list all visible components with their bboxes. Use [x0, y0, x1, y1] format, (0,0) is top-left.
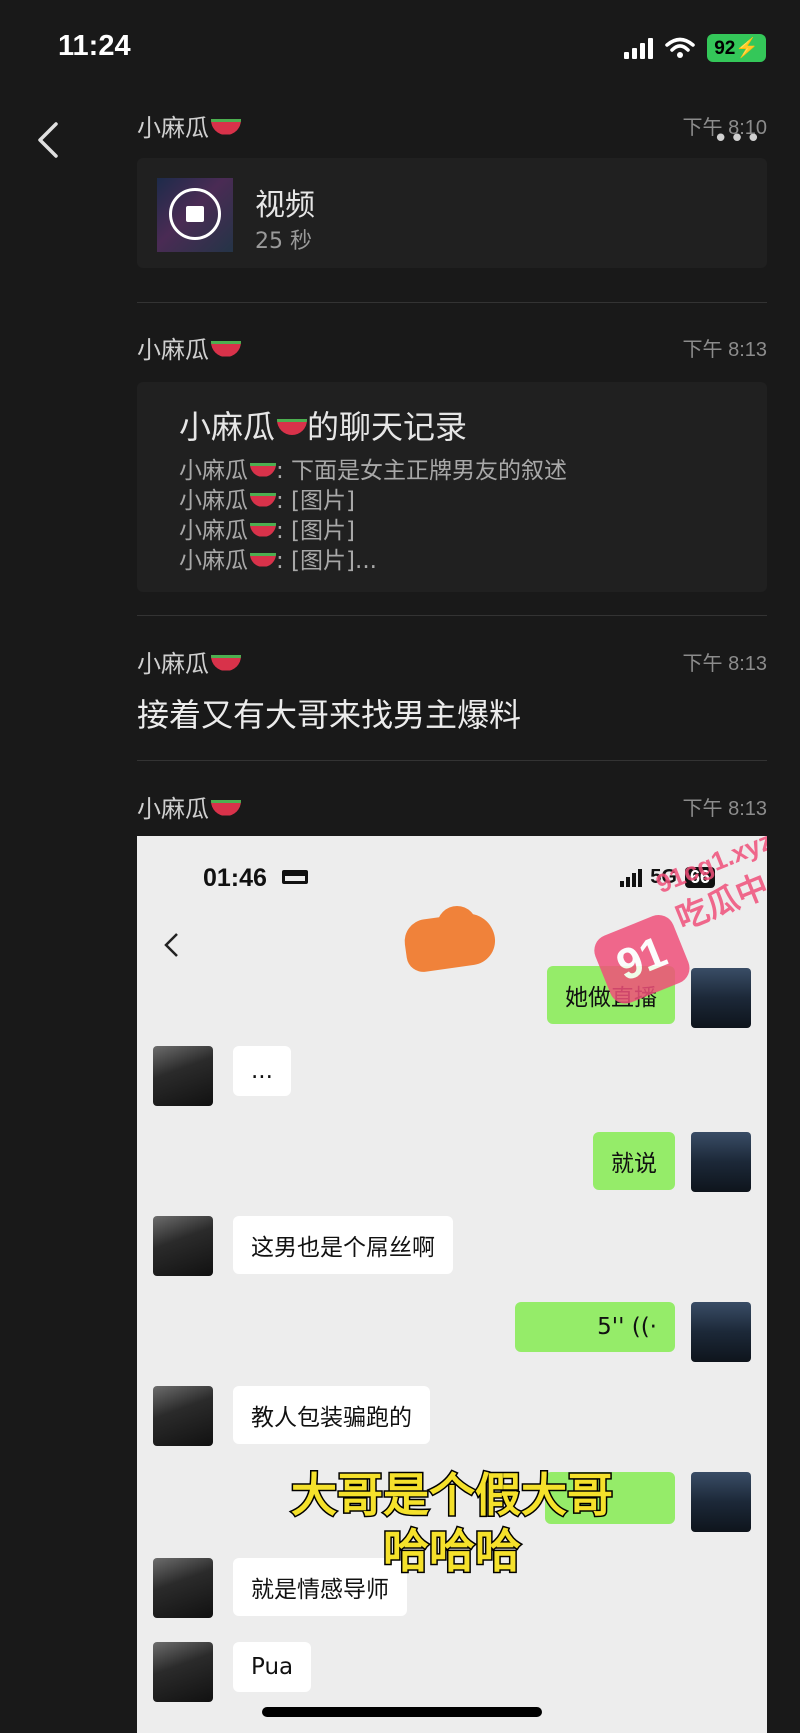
divider	[137, 302, 767, 303]
video-caption: 大哥是个假大哥	[290, 1467, 615, 1524]
divider	[137, 615, 767, 616]
screenshot-status-time: 01:46	[203, 864, 267, 892]
video-card[interactable]: 视频 25 秒	[137, 158, 767, 268]
watermelon-emoji-icon	[211, 654, 241, 671]
chat-bubble-left: 教人包装骗跑的	[233, 1386, 430, 1444]
back-chevron-icon[interactable]	[30, 120, 70, 160]
chat-record-line: 小麻瓜: 下面是女主正牌男友的叙述	[179, 458, 568, 484]
image-attachment[interactable]: 01:46 5G 66 她做直播 ... 就说 这男也是个屌丝啊 5'' ((·…	[137, 836, 767, 1733]
redaction-blob	[401, 909, 499, 975]
voice-message-bubble: 5'' ((·	[515, 1302, 675, 1352]
cellular-signal-icon	[624, 37, 654, 59]
message-time: 下午 8:13	[682, 797, 767, 820]
divider	[137, 760, 767, 761]
avatar	[153, 1642, 213, 1702]
message-time: 下午 8:10	[682, 116, 767, 139]
message-video: 小麻瓜 下午 8:10 视频 25 秒	[137, 108, 767, 268]
message-chat-record: 小麻瓜 下午 8:13 小麻瓜 的聊天记录 小麻瓜: 下面是女主正牌男友的叙述 小…	[137, 330, 767, 592]
sender-name: 小麻瓜	[137, 330, 241, 365]
chat-bubble-left: Pua	[233, 1642, 312, 1692]
avatar	[691, 1302, 751, 1362]
video-title: 视频	[255, 188, 315, 223]
status-bar: 11:24 92⚡	[0, 0, 800, 100]
watermelon-emoji-icon	[250, 522, 276, 537]
watermelon-emoji-icon	[250, 492, 276, 507]
chat-record-card[interactable]: 小麻瓜 的聊天记录 小麻瓜: 下面是女主正牌男友的叙述 小麻瓜: [图片] 小麻瓜…	[137, 382, 767, 592]
sender-name: 小麻瓜	[137, 108, 241, 143]
message-time: 下午 8:13	[682, 652, 767, 675]
message-image: 小麻瓜 下午 8:13	[137, 789, 767, 823]
watermelon-emoji-icon	[211, 118, 241, 135]
chat-bubble-left: ...	[233, 1046, 291, 1096]
avatar	[153, 1046, 213, 1106]
avatar	[691, 1132, 751, 1192]
avatar	[691, 968, 751, 1028]
chat-record-title: 小麻瓜 的聊天记录	[179, 408, 468, 446]
video-duration: 25 秒	[255, 229, 312, 254]
status-icons: 92⚡	[624, 34, 766, 62]
chat-bubble-right: 就说	[593, 1132, 675, 1190]
chat-bubble-left: 这男也是个屌丝啊	[233, 1216, 453, 1274]
avatar	[153, 1216, 213, 1276]
video-camera-icon	[169, 188, 221, 240]
sender-name: 小麻瓜	[137, 789, 241, 824]
chat-record-line: 小麻瓜: [图片]	[179, 518, 356, 544]
message-text: 小麻瓜 下午 8:13 接着又有大哥来找男主爆料	[137, 644, 767, 736]
watermelon-emoji-icon	[211, 799, 241, 816]
wifi-icon	[665, 37, 695, 58]
sleep-mode-icon	[282, 870, 308, 884]
sender-name: 小麻瓜	[137, 644, 241, 679]
chat-record-line: 小麻瓜: [图片]...	[179, 548, 377, 574]
watermelon-emoji-icon	[211, 340, 241, 357]
back-chevron-icon	[164, 933, 178, 957]
avatar	[153, 1386, 213, 1446]
watermelon-emoji-icon	[250, 462, 276, 477]
battery-level: 92	[714, 38, 736, 59]
battery-indicator: 92⚡	[707, 34, 766, 62]
message-time: 下午 8:13	[682, 338, 767, 361]
status-time: 11:24	[58, 30, 131, 62]
video-caption: 哈哈哈	[382, 1523, 523, 1580]
watermelon-emoji-icon	[277, 419, 308, 435]
cellular-signal-icon	[620, 868, 643, 887]
video-thumbnail	[157, 178, 233, 252]
message-text-content: 接着又有大哥来找男主爆料	[137, 696, 522, 734]
home-indicator[interactable]	[262, 1707, 542, 1717]
chat-record-line: 小麻瓜: [图片]	[179, 488, 356, 514]
watermelon-emoji-icon	[250, 552, 276, 567]
